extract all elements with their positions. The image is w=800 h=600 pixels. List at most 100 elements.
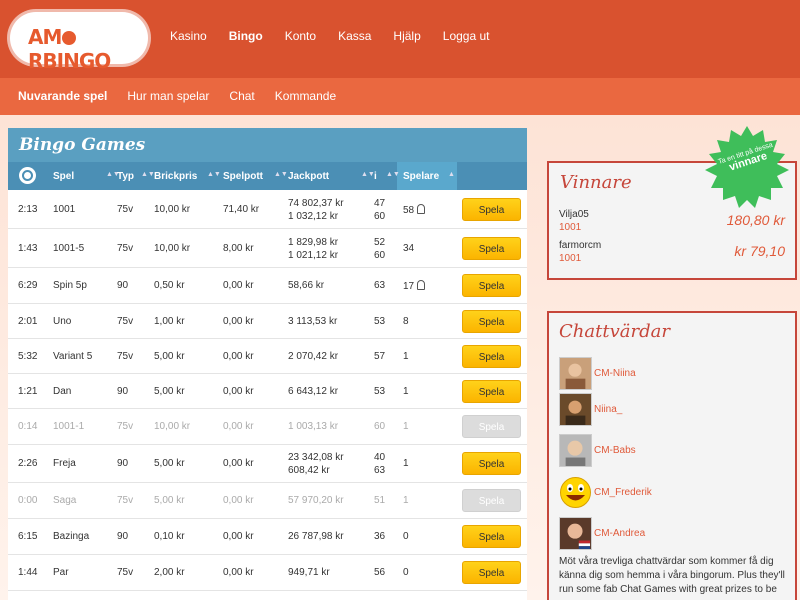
i-value: 63: [374, 280, 386, 291]
nav-logga-ut[interactable]: Logga ut: [443, 29, 490, 43]
sort-icon[interactable]: ▲▼: [361, 171, 375, 178]
row-timer: 1:43: [18, 243, 38, 254]
row-timer: 0:14: [18, 421, 38, 432]
i-value: 36: [374, 531, 386, 542]
winners-title: Vinnare: [560, 172, 632, 193]
players-value: 1: [403, 351, 409, 362]
play-button[interactable]: Spela: [462, 380, 521, 403]
top-header: AMRBINGO Kasino Bingo Konto Kassa Hjälp …: [0, 0, 800, 78]
clock-icon[interactable]: [19, 167, 36, 184]
host-item[interactable]: CM_Frederik: [559, 475, 652, 509]
subnav-kommande[interactable]: Kommande: [275, 89, 336, 103]
players-value: 1: [403, 495, 409, 506]
host-name[interactable]: Niina_: [594, 404, 622, 415]
i-count: 53: [374, 316, 385, 327]
game-name: Variant 5: [53, 351, 93, 362]
i-value: 53: [374, 316, 386, 327]
nav-hjalp[interactable]: Hjälp: [393, 29, 420, 43]
host-item[interactable]: CM-Andrea: [559, 516, 645, 550]
ticket-price: 1,00 kr: [154, 316, 185, 327]
ticket-price: 10,00 kr: [154, 243, 191, 254]
sort-icon[interactable]: ▲▼: [274, 171, 288, 178]
game-type: 75v: [117, 495, 134, 506]
ticket-price: 5,00 kr: [154, 351, 185, 362]
site-logo[interactable]: AMRBINGO: [10, 12, 148, 73]
jackpot-value: 949,71 kr: [288, 567, 330, 578]
col-spel[interactable]: Spel: [53, 171, 74, 182]
jackpot: 6 643,12 kr: [288, 386, 338, 397]
i-count: 52 60: [374, 236, 385, 262]
play-button[interactable]: Spela: [462, 525, 521, 548]
host-item[interactable]: Niina_: [559, 392, 622, 426]
col-jackpott[interactable]: Jackpott: [288, 171, 329, 182]
i-count: 63: [374, 280, 385, 291]
jackpot: 26 787,98 kr: [288, 531, 344, 542]
avatar: [559, 392, 592, 426]
play-button[interactable]: Spela: [462, 198, 521, 221]
play-button[interactable]: Spela: [462, 274, 521, 297]
host-name[interactable]: CM-Andrea: [594, 528, 645, 539]
jackpot-value: 58,66 kr: [288, 280, 325, 291]
subnav-nuvarande-spel[interactable]: Nuvarande spel: [18, 89, 107, 103]
nav-kassa[interactable]: Kassa: [338, 29, 371, 43]
heart-icon: [62, 31, 77, 45]
sort-icon[interactable]: ▲▼: [141, 171, 155, 178]
play-button: Spela: [462, 415, 521, 438]
col-typ[interactable]: Typ: [117, 171, 134, 182]
col-spelpott[interactable]: Spelpott: [223, 171, 263, 182]
sort-icon[interactable]: ▲▼: [386, 171, 400, 178]
col-brickpris[interactable]: Brickpris: [154, 171, 197, 182]
sort-asc-icon[interactable]: ▲: [448, 171, 455, 178]
i-value: 60: [374, 211, 386, 222]
jackpot-value: 23 342,08 kr: [288, 452, 344, 463]
jackpot-value: 6 643,12 kr: [288, 386, 339, 397]
i-count: 53: [374, 386, 385, 397]
host-name[interactable]: CM_Frederik: [594, 487, 652, 498]
host-item[interactable]: CM-Niina: [559, 356, 636, 390]
host-name[interactable]: CM-Babs: [594, 445, 636, 456]
game-pot: 0,00 kr: [223, 316, 254, 327]
nav-konto[interactable]: Konto: [285, 29, 316, 43]
game-pot: 0,00 kr: [223, 386, 254, 397]
sort-icon[interactable]: ▲▼: [207, 171, 221, 178]
play-button[interactable]: Spela: [462, 237, 521, 260]
game-name: Uno: [53, 316, 72, 327]
game-name: Spin 5p: [53, 280, 87, 291]
subnav-hur-man-spelar[interactable]: Hur man spelar: [127, 89, 209, 103]
i-count: 60: [374, 421, 385, 432]
i-value: 52: [374, 237, 386, 248]
player-icon: [417, 204, 426, 214]
i-value: 60: [374, 250, 386, 261]
table-row: 1:44 Par 75v 2,00 kr 0,00 kr 949,71 kr 56 0 Spel…: [8, 555, 527, 591]
player-count: 0: [403, 531, 409, 542]
play-button[interactable]: Spela: [462, 310, 521, 333]
nav-bingo[interactable]: Bingo: [229, 29, 263, 43]
host-name[interactable]: CM-Niina: [594, 368, 636, 379]
game-name: Dan: [53, 386, 72, 397]
table-row: 2:13 1001 75v 10,00 kr 71,40 kr 74 802,37 kr 1…: [8, 190, 527, 229]
subnav-chat[interactable]: Chat: [229, 89, 254, 103]
winner-game-link[interactable]: 1001: [559, 222, 581, 233]
player-count: 1: [403, 458, 409, 469]
i-value: 53: [374, 386, 386, 397]
game-pot: 0,00 kr: [223, 495, 254, 506]
play-button[interactable]: Spela: [462, 452, 521, 475]
player-count: 1: [403, 351, 409, 362]
games-title: Bingo Games: [8, 128, 527, 162]
row-timer: 2:26: [18, 458, 38, 469]
play-button[interactable]: Spela: [462, 561, 521, 584]
game-pot: 0,00 kr: [223, 531, 254, 542]
host-item[interactable]: CM-Babs: [559, 433, 636, 467]
bingo-games-panel: Bingo Games Spel ▲▼ Typ ▲▼ Brickpris ▲▼ …: [8, 128, 527, 600]
jackpot: 2 070,42 kr: [288, 351, 338, 362]
jackpot: 58,66 kr: [288, 280, 324, 291]
game-type: 90: [117, 280, 129, 291]
col-i[interactable]: i: [374, 171, 377, 182]
i-value: 51: [374, 495, 386, 506]
table-row: 1:21 Dan 90 5,00 kr 0,00 kr 6 643,12 kr 53 1 Spe…: [8, 374, 527, 409]
nav-kasino[interactable]: Kasino: [170, 29, 207, 43]
winner-game-link[interactable]: 1001: [559, 253, 581, 264]
ticket-price: 5,00 kr: [154, 495, 185, 506]
col-spelare[interactable]: Spelare: [403, 171, 439, 182]
play-button[interactable]: Spela: [462, 345, 521, 368]
